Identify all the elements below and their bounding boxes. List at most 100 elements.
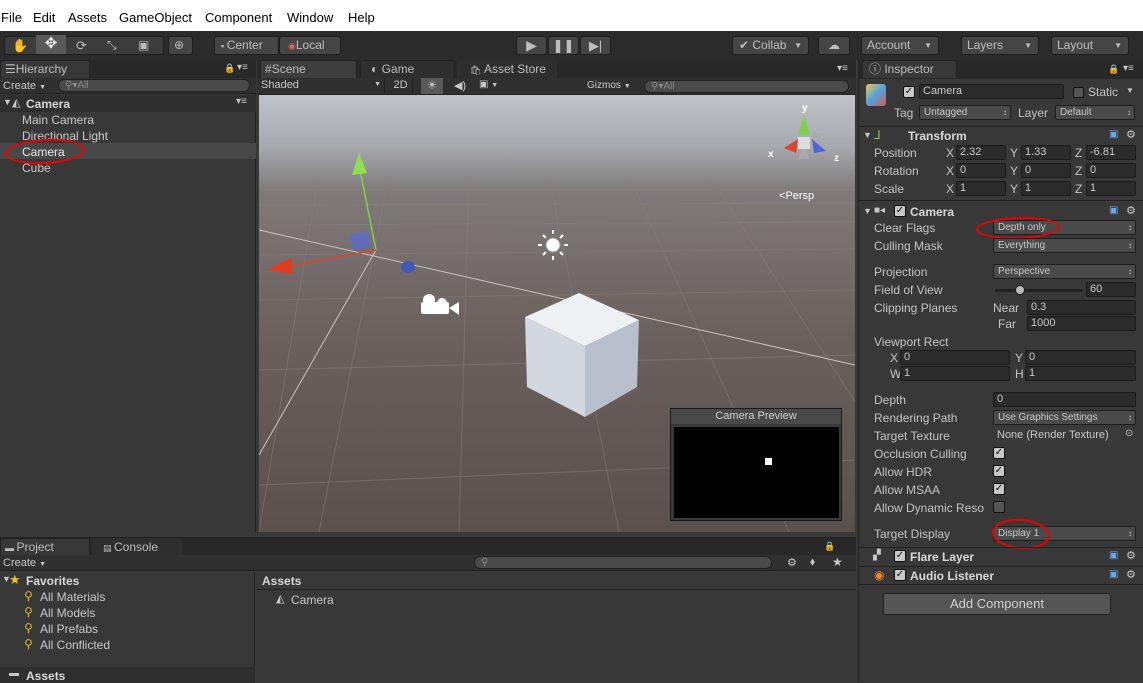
tab-console[interactable]: ▤ Console bbox=[92, 538, 182, 556]
help-book-icon[interactable]: ▣ bbox=[1109, 129, 1118, 140]
lock-icon[interactable]: 🔒 bbox=[824, 541, 835, 552]
collab-button[interactable]: ✔ Collab ▼ bbox=[732, 36, 809, 55]
viewport-h-field[interactable]: 1 bbox=[1025, 366, 1136, 381]
hierarchy-search-input[interactable]: ⚲▾All bbox=[58, 79, 250, 92]
fav-all-conflicted[interactable]: All Conflicted bbox=[40, 638, 110, 652]
rotate-tool-icon[interactable]: ⟳ bbox=[76, 37, 87, 54]
tab-hierarchy[interactable]: ☰Hierarchy bbox=[0, 60, 90, 78]
favorites-label[interactable]: Favorites bbox=[26, 574, 79, 588]
viewport-x-field[interactable]: 0 bbox=[900, 350, 1010, 365]
filter-type-icon[interactable]: ⚙ bbox=[787, 556, 797, 569]
scale-z-field[interactable]: 1 bbox=[1086, 181, 1136, 196]
project-search-input[interactable]: ⚲ bbox=[474, 556, 772, 569]
allow-dynamic-resolution-checkbox[interactable] bbox=[993, 501, 1005, 513]
object-picker-icon[interactable]: ⊙ bbox=[1125, 428, 1133, 439]
static-checkbox[interactable] bbox=[1073, 87, 1084, 98]
fov-field[interactable]: 60 bbox=[1086, 282, 1136, 297]
target-texture-field[interactable]: None (Render Texture) bbox=[993, 428, 1121, 443]
expand-arrow-icon[interactable]: ▼ bbox=[863, 206, 872, 216]
move-tool-icon[interactable]: ✥ bbox=[36, 35, 66, 54]
menu-window[interactable]: Window bbox=[287, 10, 333, 25]
help-book-icon[interactable]: ▣ bbox=[1109, 205, 1118, 216]
menu-help[interactable]: Help bbox=[348, 10, 375, 25]
position-x-field[interactable]: 2.32 bbox=[956, 145, 1006, 160]
active-checkbox[interactable]: ✓ bbox=[903, 86, 915, 98]
favorite-star-icon[interactable]: ★ bbox=[832, 555, 843, 569]
flare-layer-title[interactable]: Flare Layer bbox=[910, 550, 974, 564]
gizmo-x-axis[interactable] bbox=[283, 249, 377, 268]
fov-slider-track[interactable] bbox=[995, 289, 1083, 292]
rotation-x-field[interactable]: 0 bbox=[956, 163, 1006, 178]
object-name-field[interactable]: Camera bbox=[919, 84, 1064, 99]
scene-search-input[interactable]: ⚲▾All bbox=[644, 80, 849, 93]
scale-x-field[interactable]: 1 bbox=[956, 181, 1006, 196]
menu-edit[interactable]: Edit bbox=[33, 10, 55, 25]
gizmo-y-arrow[interactable] bbox=[352, 153, 367, 175]
rotation-z-field[interactable]: 0 bbox=[1086, 163, 1136, 178]
position-z-field[interactable]: -6.81 bbox=[1086, 145, 1136, 160]
hand-tool-icon[interactable]: ✋ bbox=[12, 37, 28, 54]
settings-gear-icon[interactable]: ⚙ bbox=[1126, 204, 1136, 217]
hierarchy-item-main-camera[interactable]: Main Camera bbox=[22, 113, 94, 127]
expand-arrow-icon[interactable]: ▼ bbox=[3, 97, 12, 107]
static-dropdown-arrow-icon[interactable]: ▼ bbox=[1126, 86, 1134, 95]
menu-file[interactable]: File bbox=[1, 10, 22, 25]
orient-center-cube[interactable] bbox=[798, 137, 810, 149]
scene-row[interactable]: ▼ ◭ Camera ▾≡ bbox=[0, 95, 256, 112]
scene-effects-toggle[interactable]: ▣ ▼ bbox=[479, 79, 507, 93]
audio-listener-checkbox[interactable]: ✓ bbox=[894, 569, 906, 581]
lock-icon[interactable]: 🔒 bbox=[1108, 64, 1119, 75]
pivot-center-button[interactable]: ▪ Center bbox=[214, 36, 279, 55]
gizmo-z-handle[interactable] bbox=[401, 261, 415, 273]
expand-arrow-icon[interactable]: ▼ bbox=[863, 130, 872, 140]
layout-dropdown[interactable]: Layout ▼ bbox=[1051, 36, 1129, 55]
orient-neg-cone[interactable] bbox=[812, 131, 822, 139]
tab-game[interactable]: ◐ Game bbox=[360, 60, 455, 78]
help-book-icon[interactable]: ▣ bbox=[1109, 569, 1118, 580]
orient-z-cone[interactable] bbox=[812, 139, 826, 153]
play-button[interactable]: ▶ bbox=[516, 36, 547, 55]
audio-listener-title[interactable]: Audio Listener bbox=[910, 569, 994, 583]
depth-field[interactable]: 0 bbox=[993, 392, 1136, 407]
allow-hdr-checkbox[interactable]: ✓ bbox=[993, 465, 1005, 477]
fav-all-models[interactable]: All Models bbox=[40, 606, 95, 620]
assets-header[interactable]: Assets bbox=[262, 574, 301, 588]
panel-menu-icon[interactable]: ▾≡ bbox=[237, 62, 248, 73]
gizmo-x-arrow[interactable] bbox=[267, 258, 293, 274]
gizmo-plane-handle[interactable] bbox=[349, 230, 371, 251]
settings-gear-icon[interactable]: ⚙ bbox=[1126, 128, 1136, 141]
orient-y-cone[interactable] bbox=[798, 115, 810, 135]
transform-title[interactable]: Transform bbox=[908, 129, 967, 143]
help-book-icon[interactable]: ▣ bbox=[1109, 550, 1118, 561]
position-y-field[interactable]: 1.33 bbox=[1021, 145, 1071, 160]
culling-mask-dropdown[interactable]: Everything bbox=[993, 238, 1136, 253]
scene-lighting-toggle[interactable]: ☀ bbox=[421, 78, 443, 94]
scale-tool-icon[interactable]: ⤡ bbox=[107, 37, 117, 54]
lock-icon[interactable]: 🔒 bbox=[224, 63, 235, 74]
filter-label-icon[interactable]: ⬧ bbox=[810, 556, 815, 569]
tab-scene[interactable]: #Scene bbox=[260, 60, 357, 78]
panel-menu-icon[interactable]: ▾≡ bbox=[1123, 63, 1134, 74]
scene-audio-toggle[interactable]: ◀) bbox=[449, 79, 471, 93]
rendering-path-dropdown[interactable]: Use Graphics Settings bbox=[993, 410, 1136, 425]
fov-slider-thumb[interactable] bbox=[1014, 285, 1025, 295]
custom-tool-button[interactable]: ⊕ bbox=[168, 36, 193, 55]
tab-inspector[interactable]: ⓘ Inspector bbox=[862, 60, 957, 78]
scale-y-field[interactable]: 1 bbox=[1021, 181, 1071, 196]
settings-gear-icon[interactable]: ⚙ bbox=[1126, 549, 1136, 562]
hierarchy-create-button[interactable]: Create ▼ bbox=[3, 80, 46, 92]
tab-asset-store[interactable]: 🛍 Asset Store bbox=[457, 60, 557, 78]
layer-dropdown[interactable]: Default bbox=[1055, 105, 1135, 120]
viewport-w-field[interactable]: 1 bbox=[900, 366, 1010, 381]
add-component-button[interactable]: Add Component bbox=[883, 593, 1111, 615]
pause-button[interactable]: ❚❚ bbox=[548, 36, 579, 55]
toggle-2d-button[interactable]: 2D bbox=[389, 79, 413, 93]
shading-mode-dropdown[interactable]: Shaded ▼ bbox=[261, 79, 385, 93]
light-gizmo[interactable] bbox=[545, 237, 561, 253]
orient-x-cone[interactable] bbox=[784, 139, 798, 153]
far-field[interactable]: 1000 bbox=[1027, 316, 1136, 331]
allow-msaa-checkbox[interactable]: ✓ bbox=[993, 483, 1005, 495]
menu-assets[interactable]: Assets bbox=[68, 10, 107, 25]
fav-all-materials[interactable]: All Materials bbox=[40, 590, 105, 604]
orientation-gizmo[interactable]: y x z bbox=[764, 101, 844, 176]
